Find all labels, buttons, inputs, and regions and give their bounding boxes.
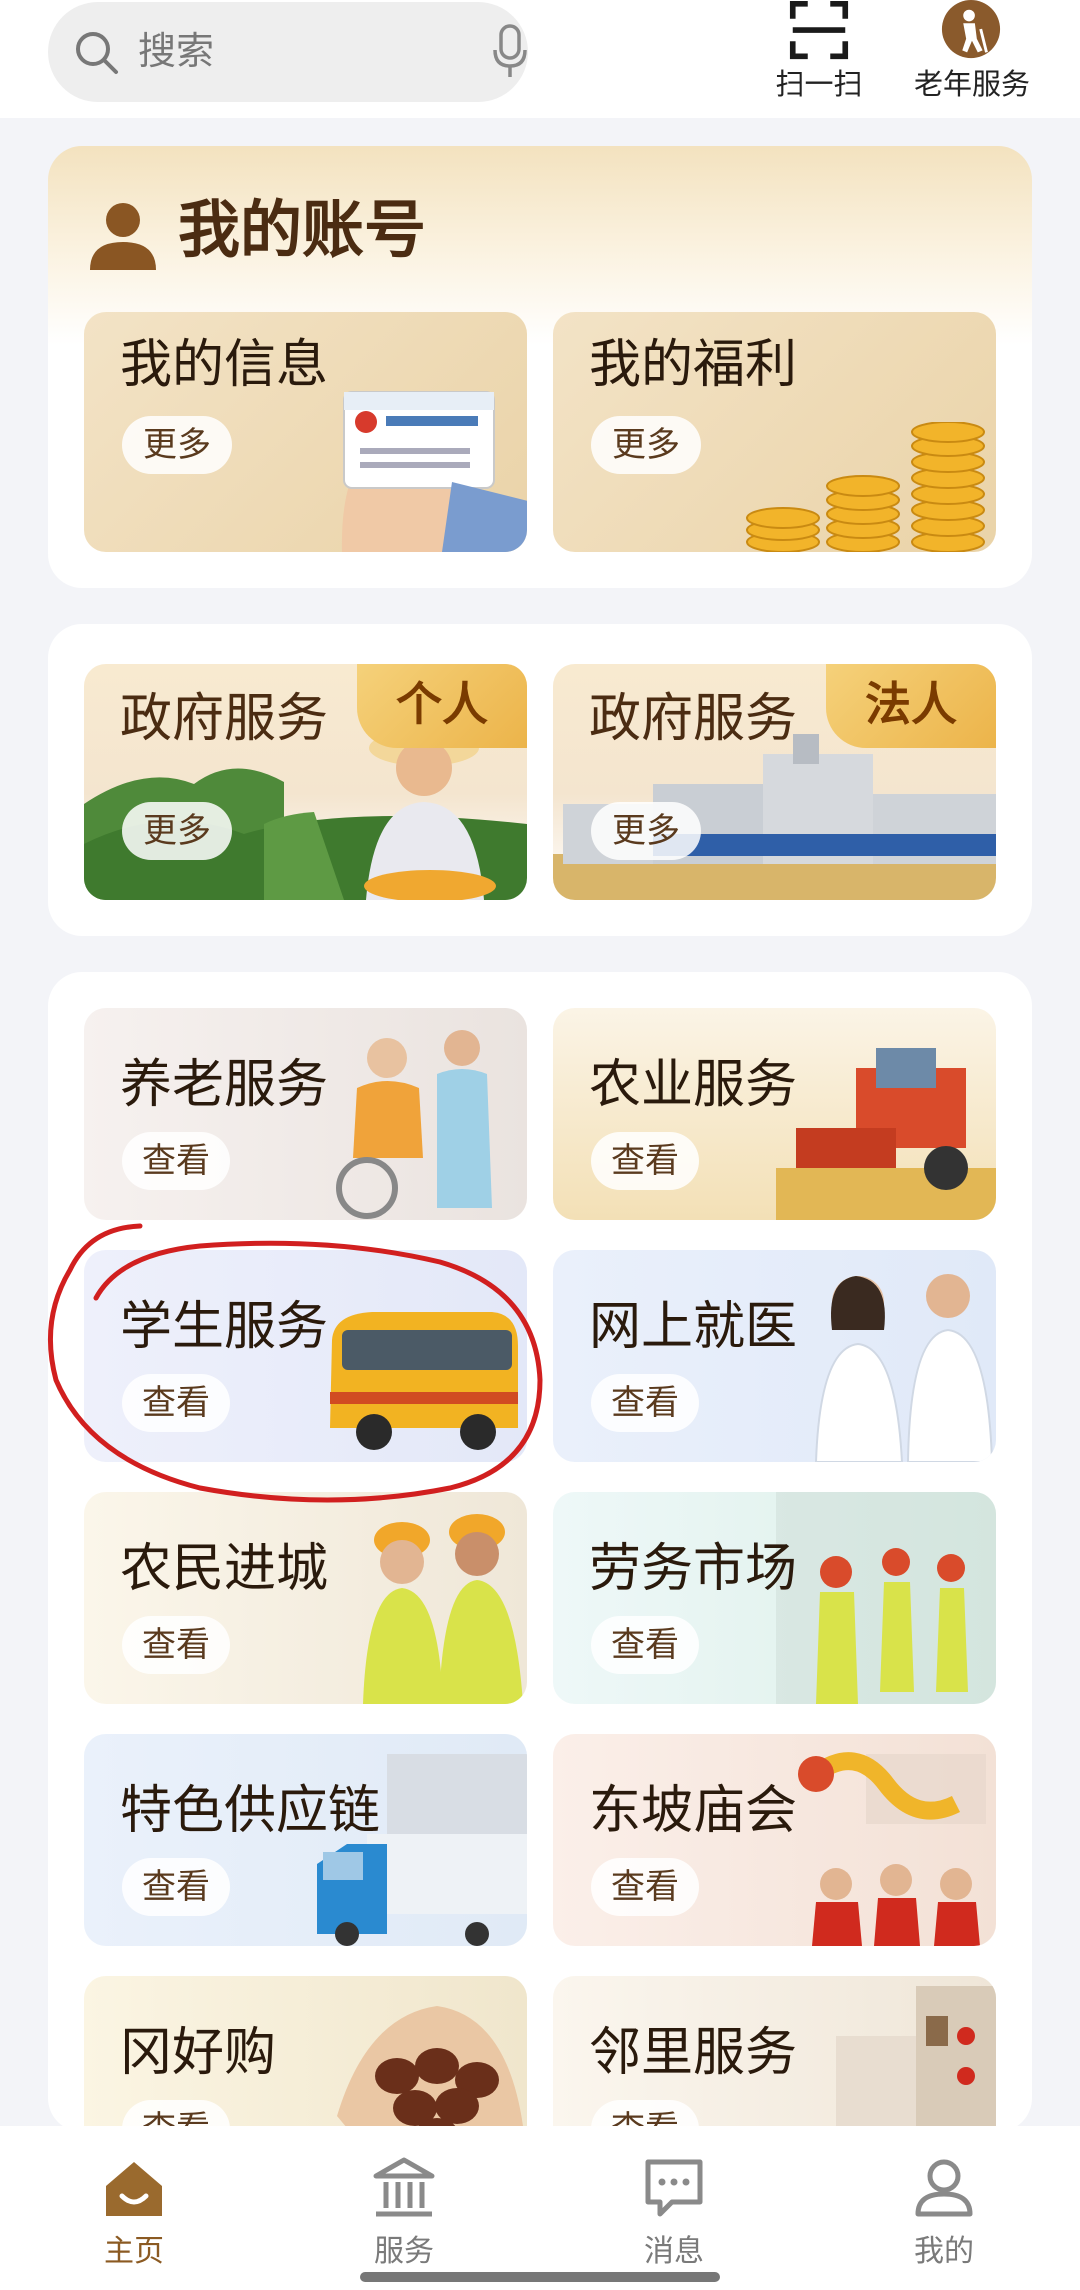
home-indicator[interactable] bbox=[360, 2272, 720, 2282]
tab-home-label: 主页 bbox=[104, 2234, 164, 2269]
tile-title: 政府服务 bbox=[120, 689, 329, 749]
bottom-tab-bar: 主页 服务 消息 我的 bbox=[0, 2126, 1080, 2290]
more-button[interactable]: 更多 bbox=[591, 416, 701, 474]
farmers-to-city-tile[interactable]: 农民进城 查看 bbox=[84, 1492, 527, 1704]
gov-legal-tile[interactable]: 政府服务 法人 更多 bbox=[553, 664, 996, 900]
tile-title: 养老服务 bbox=[120, 1055, 329, 1115]
crowd-illustration bbox=[776, 1492, 996, 1704]
dongpo-fair-tile[interactable]: 东坡庙会 查看 bbox=[553, 1734, 996, 1946]
tab-services-label: 服务 bbox=[374, 2234, 434, 2269]
doctors-illustration bbox=[814, 1274, 994, 1462]
view-button[interactable]: 查看 bbox=[122, 1374, 230, 1432]
supply-chain-tile[interactable]: 特色供应链 查看 bbox=[84, 1734, 527, 1946]
gov-personal-tile[interactable]: 政府服务 个人 更多 bbox=[84, 664, 527, 900]
view-button[interactable]: 查看 bbox=[591, 1132, 699, 1190]
view-button[interactable]: 查看 bbox=[122, 1616, 230, 1674]
tile-title: 学生服务 bbox=[120, 1297, 329, 1357]
personal-tag: 个人 bbox=[357, 664, 527, 748]
id-card-illustration bbox=[341, 391, 527, 552]
view-button[interactable]: 查看 bbox=[122, 1858, 230, 1916]
labor-market-tile[interactable]: 劳务市场 查看 bbox=[553, 1492, 996, 1704]
account-card: 我的账号 我的信息 更多 我的福利 更多 bbox=[48, 146, 1032, 588]
dragon-dance-illustration bbox=[798, 1752, 986, 1946]
elder-service-button[interactable]: 老年服务 bbox=[902, 0, 1042, 118]
services-card: 养老服务 查看 农业服务 查看 学生服务 查看 网上就医 查看 农民进城 查看 … bbox=[48, 972, 1032, 2188]
more-button[interactable]: 更多 bbox=[122, 416, 232, 474]
search-placeholder: 搜索 bbox=[138, 29, 215, 73]
view-button[interactable]: 查看 bbox=[591, 1616, 699, 1674]
search-bar[interactable]: 搜索 bbox=[48, 2, 528, 102]
account-title: 我的账号 bbox=[178, 193, 427, 266]
scan-icon bbox=[789, 0, 849, 60]
tile-title: 东坡庙会 bbox=[589, 1781, 798, 1841]
home-icon bbox=[106, 2162, 162, 2216]
top-bar: 搜索 扫一扫 老年服务 bbox=[0, 0, 1080, 118]
elderly-care-illustration bbox=[336, 1030, 492, 1219]
person-icon bbox=[90, 203, 156, 270]
message-icon bbox=[645, 2159, 703, 2217]
tile-title: 政府服务 bbox=[589, 689, 798, 749]
tile-title: 网上就医 bbox=[589, 1297, 798, 1357]
tile-title: 我的福利 bbox=[589, 335, 798, 395]
scan-label: 扫一扫 bbox=[775, 67, 863, 101]
harvester-illustration bbox=[776, 1048, 996, 1220]
tile-title: 我的信息 bbox=[120, 335, 329, 395]
tile-title: 特色供应链 bbox=[120, 1781, 381, 1841]
tile-title: 劳务市场 bbox=[589, 1539, 798, 1599]
my-info-tile[interactable]: 我的信息 更多 bbox=[84, 312, 527, 552]
school-bus-illustration bbox=[330, 1312, 518, 1450]
workers-illustration bbox=[363, 1514, 523, 1704]
view-button[interactable]: 查看 bbox=[122, 1132, 230, 1190]
scan-button[interactable]: 扫一扫 bbox=[749, 0, 889, 118]
more-button[interactable]: 更多 bbox=[122, 802, 232, 860]
tab-messages-label: 消息 bbox=[644, 2234, 704, 2269]
profile-icon bbox=[915, 2159, 973, 2217]
view-button[interactable]: 查看 bbox=[591, 1374, 699, 1432]
elderly-care-tile[interactable]: 养老服务 查看 bbox=[84, 1008, 527, 1220]
legal-entity-tag: 法人 bbox=[826, 664, 996, 748]
online-medical-tile[interactable]: 网上就医 查看 bbox=[553, 1250, 996, 1462]
search-icon bbox=[76, 32, 118, 74]
government-building-icon bbox=[373, 2157, 435, 2217]
student-service-tile[interactable]: 学生服务 查看 bbox=[84, 1250, 527, 1462]
tile-title: 邻里服务 bbox=[589, 2023, 798, 2083]
government-card: 政府服务 个人 更多 政府服务 法人 更多 bbox=[48, 624, 1032, 936]
elder-service-label: 老年服务 bbox=[913, 67, 1030, 101]
tile-title: 农业服务 bbox=[589, 1055, 798, 1115]
view-button[interactable]: 查看 bbox=[591, 1858, 699, 1916]
more-button[interactable]: 更多 bbox=[591, 802, 701, 860]
my-welfare-tile[interactable]: 我的福利 更多 bbox=[553, 312, 996, 552]
agriculture-tile[interactable]: 农业服务 查看 bbox=[553, 1008, 996, 1220]
elder-service-icon bbox=[941, 0, 1001, 59]
tab-profile-label: 我的 bbox=[914, 2234, 974, 2269]
tile-title: 农民进城 bbox=[120, 1539, 329, 1599]
gold-coins-illustration bbox=[746, 422, 985, 552]
tile-title: 冈好购 bbox=[120, 2023, 277, 2083]
microphone-icon[interactable] bbox=[492, 24, 528, 80]
